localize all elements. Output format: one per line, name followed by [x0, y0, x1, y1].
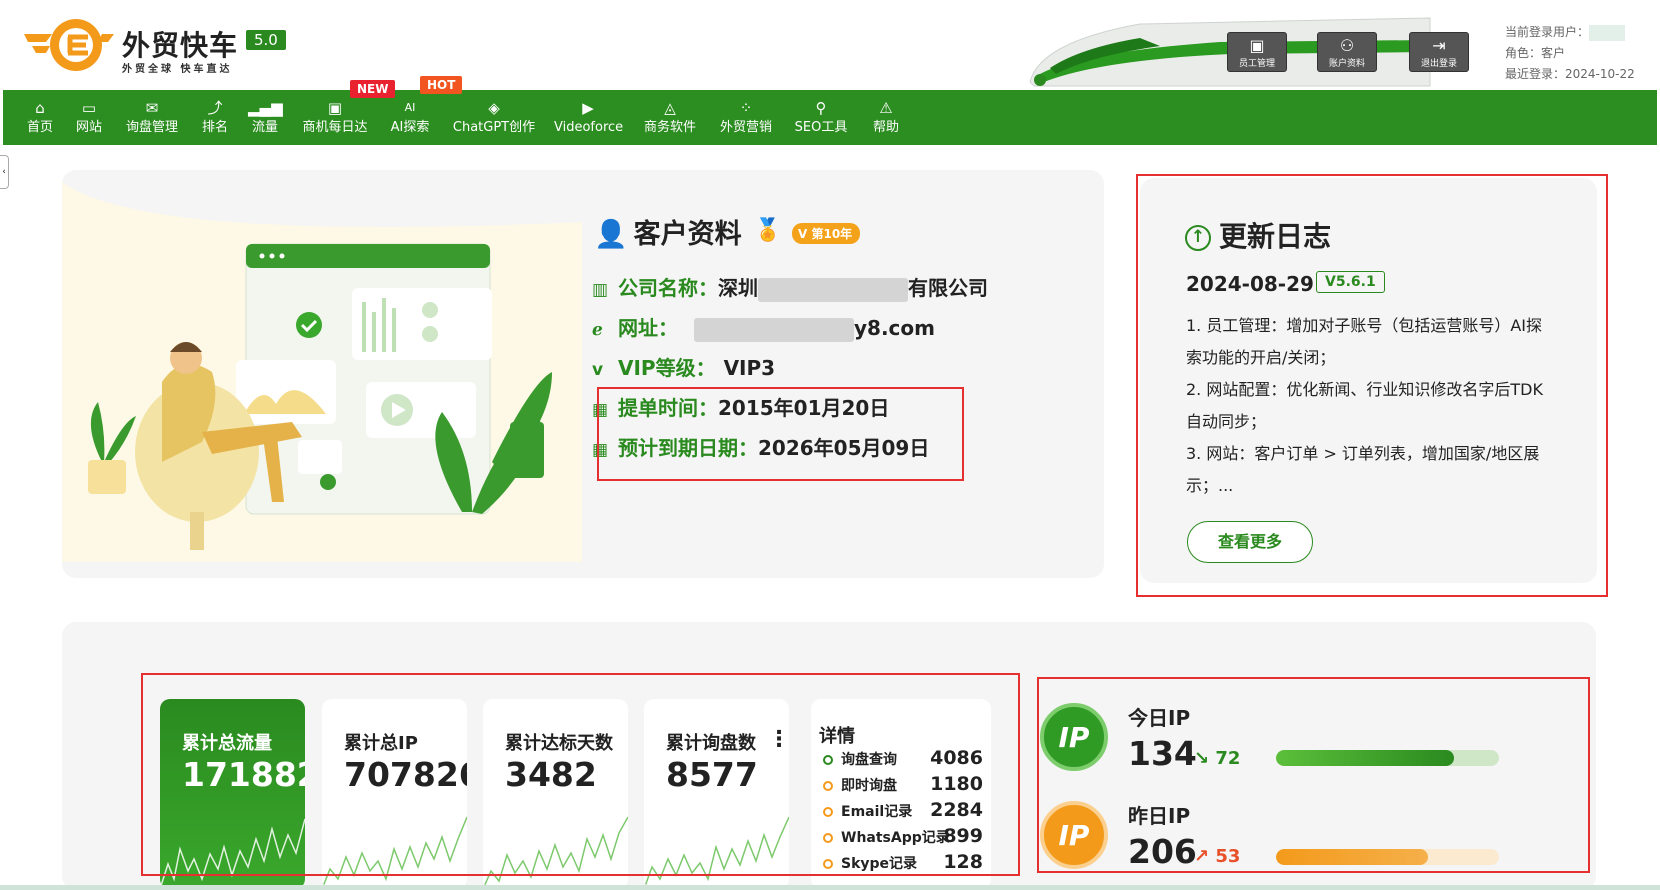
video-icon: ▶ — [582, 99, 594, 117]
user-role: 角色：客户 — [1505, 46, 1566, 60]
marketing-icon: ⁘ — [739, 99, 753, 117]
website-row: ℯ 网址： y8.com — [592, 316, 935, 342]
current-user-label: 当前登录用户： — [1505, 25, 1590, 39]
nav-website[interactable]: ▭ 网站 — [72, 90, 106, 145]
brand-slogan: 外贸全球 快车直达 — [122, 64, 233, 75]
highlight-dates — [597, 387, 964, 481]
new-tag: NEW — [350, 80, 396, 98]
nav-business-daily[interactable]: ▣ 商机每日达 — [299, 90, 371, 145]
nav-marketing[interactable]: ⁘ 外贸营销 — [716, 90, 776, 145]
ranking-icon: ⤴ — [207, 99, 223, 117]
account-info-button[interactable]: ⚇ 账户资料 — [1317, 32, 1377, 72]
sidebar-toggle[interactable]: ‹ — [0, 155, 9, 189]
version-badge: 5.0 — [246, 30, 286, 50]
software-icon: ◬ — [664, 99, 676, 117]
ai-icon: AI — [404, 101, 416, 114]
building-icon: ▥ — [592, 280, 609, 300]
last-login: 最近登录：2024-10-22 — [1505, 67, 1635, 81]
nav-inquiry[interactable]: ✉ 询盘管理 — [122, 90, 182, 145]
nav-ranking[interactable]: ⤴ 排名 — [198, 90, 232, 145]
brand-logo — [24, 19, 114, 71]
highlight-ip — [1037, 677, 1590, 873]
business-icon: ▣ — [327, 99, 343, 117]
main-nav: ⌂ 首页 ▭ 网站 ✉ 询盘管理 ⤴ 排名 ▂▄▆ 流量 ▣ 商机每日达 AI AI探索 ◈ C… — [3, 90, 1657, 145]
chatgpt-icon: ◈ — [488, 99, 500, 117]
profile-title: 👤 客户资料 — [594, 219, 742, 250]
company-row: ▥ 公司名称：深圳 有限公司 — [592, 276, 988, 302]
staff-management-button[interactable]: ▣ 员工管理 — [1227, 32, 1287, 72]
logout-button[interactable]: ⇥ 退出登录 — [1409, 32, 1469, 72]
search-icon: ⚲ — [815, 99, 827, 117]
hot-tag: HOT — [420, 76, 463, 94]
nav-home[interactable]: ⌂ 首页 — [23, 90, 57, 145]
nav-chatgpt[interactable]: ◈ ChatGPT创作 — [450, 90, 538, 145]
years-badge: V 第10年 — [792, 223, 861, 244]
top-bar: 外贸快车 5.0 外贸全球 快车直达 ▣ 员工管理 ⚇ 账户资料 ⇥ 退出登录 … — [0, 0, 1660, 90]
vip-icon: v — [592, 360, 604, 380]
warning-icon: ⚠ — [879, 99, 893, 117]
username-redacted — [1589, 24, 1626, 41]
user-info: 当前登录用户： 角色：客户 最近登录：2024-10-22 — [1505, 22, 1635, 85]
vip-row: v VIP等级： VIP3 — [592, 356, 776, 380]
bottom-scroll-line — [0, 885, 1660, 890]
highlight-changelog — [1136, 174, 1608, 597]
brand-name: 外贸快车 — [122, 29, 239, 62]
nav-seo-tools[interactable]: ⚲ SEO工具 — [792, 90, 850, 145]
nav-videoforce[interactable]: ▶ Videoforce — [554, 90, 623, 145]
profile-illustration — [62, 182, 582, 562]
nav-ai-explore[interactable]: AI AI探索 — [387, 90, 433, 145]
medal-icon: 🏅 — [754, 218, 782, 243]
website-redacted — [694, 317, 854, 342]
browser-icon: ℯ — [592, 320, 603, 340]
home-icon: ⌂ — [35, 99, 45, 117]
nav-help[interactable]: ⚠ 帮助 — [869, 90, 903, 145]
company-name-redacted — [758, 277, 908, 302]
bar-chart-icon: ▂▄▆ — [248, 99, 283, 117]
mail-icon: ✉ — [145, 99, 159, 117]
monitor-icon: ▭ — [81, 99, 97, 117]
nav-business-software[interactable]: ◬ 商务软件 — [640, 90, 700, 145]
nav-traffic[interactable]: ▂▄▆ 流量 — [248, 90, 283, 145]
logout-icon: ⇥ — [1432, 36, 1446, 55]
user-icon: 👤 — [594, 219, 628, 250]
staff-icon: ▣ — [1249, 36, 1265, 55]
highlight-stats — [141, 673, 1020, 876]
account-icon: ⚇ — [1339, 36, 1355, 55]
